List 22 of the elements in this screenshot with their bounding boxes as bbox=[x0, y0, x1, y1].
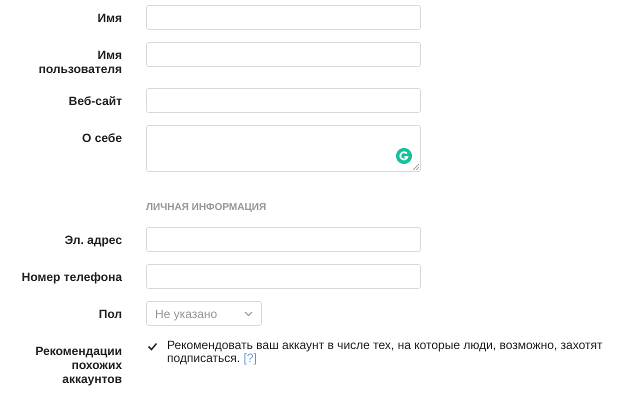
help-link[interactable]: [?] bbox=[243, 351, 257, 365]
checkbox[interactable] bbox=[146, 340, 159, 353]
field-label: Эл. адрес bbox=[64, 232, 122, 249]
field-label: Рекомендации похожих аккаунтов bbox=[34, 343, 122, 386]
field-label: Пол bbox=[98, 306, 122, 323]
grammar-check-icon[interactable] bbox=[396, 148, 412, 164]
chevron-down-icon bbox=[244, 310, 253, 316]
text-area[interactable] bbox=[146, 125, 421, 172]
gender-dropdown[interactable]: Не указано bbox=[146, 301, 262, 326]
checkbox-label: Рекомендовать ваш аккаунт в числе тех, на которые люди, возможно, захотят подписаться. [?] bbox=[167, 339, 604, 367]
field-label: Номер телефона bbox=[20, 269, 122, 286]
input-field[interactable] bbox=[146, 264, 421, 289]
input-field[interactable] bbox=[146, 88, 421, 113]
field-label: Веб-сайт bbox=[68, 93, 122, 110]
field-label: О себе bbox=[81, 130, 122, 147]
resize-grip-icon[interactable] bbox=[413, 164, 419, 170]
section-heading: ЛИЧНАЯ ИНФОРМАЦИЯ bbox=[146, 202, 268, 213]
field-label: Имя bbox=[96, 10, 122, 27]
field-label: Имя пользователя bbox=[38, 47, 122, 76]
input-field[interactable] bbox=[146, 227, 421, 252]
input-field[interactable] bbox=[146, 42, 421, 67]
input-field[interactable] bbox=[146, 5, 421, 30]
